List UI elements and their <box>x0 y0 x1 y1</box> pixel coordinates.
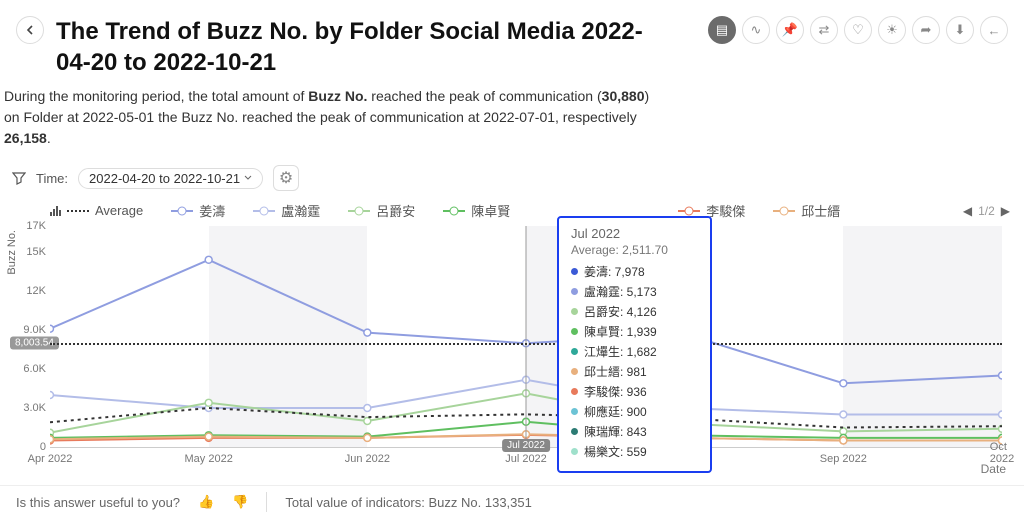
tooltip-row: 江𤒹生: 1,682 <box>571 343 698 360</box>
x-axis-label: Date <box>981 462 1006 476</box>
legend-series-3[interactable]: 陳卓賢 <box>443 201 510 220</box>
heart-icon[interactable]: ♡ <box>844 16 872 44</box>
tooltip-row: 呂爵安: 4,126 <box>571 303 698 320</box>
tooltip-row: 楊樂文: 559 <box>571 443 698 460</box>
share-icon[interactable]: ➦ <box>912 16 940 44</box>
filter-icon[interactable] <box>12 171 26 185</box>
x-tick: Apr 2022 <box>28 453 73 465</box>
divider <box>266 492 267 512</box>
chevron-down-icon <box>244 174 252 182</box>
legend-series-1[interactable]: 盧瀚霆 <box>253 201 320 220</box>
total-indicators: Total value of indicators: Buzz No. 133,… <box>285 495 531 510</box>
tooltip-row: 陳卓賢: 1,939 <box>571 323 698 340</box>
x-tick: May 2022 <box>185 453 233 465</box>
tooltip-row: 姜濤: 7,978 <box>571 263 698 280</box>
tooltip-row: 柳應廷: 900 <box>571 403 698 420</box>
legend-series-5[interactable]: 邱士縉 <box>773 201 840 220</box>
footer: Is this answer useful to you? 👍 👎 Total … <box>0 485 1024 518</box>
description-text: During the monitoring period, the total … <box>0 86 680 161</box>
pin-icon[interactable]: 📌 <box>776 16 804 44</box>
thumbs-up-icon[interactable]: 👍 <box>198 494 214 510</box>
swap-icon[interactable]: ⇄ <box>810 16 838 44</box>
legend-pager: ◀ 1/2 ▶ <box>961 204 1012 218</box>
trend-icon[interactable]: ∿ <box>742 16 770 44</box>
x-tick: Jun 2022 <box>345 453 390 465</box>
y-tick: 0 <box>12 441 46 453</box>
table-view-icon[interactable]: ▤ <box>708 16 736 44</box>
useful-prompt: Is this answer useful to you? <box>16 495 180 510</box>
legend: Average 姜濤 盧瀚霆 呂爵安 陳卓賢 李駿傑 邱士縉 ◀ 1/2 ▶ <box>0 201 1024 226</box>
y-tick: 9.0K <box>12 324 46 336</box>
bar-icon <box>50 206 61 216</box>
highlight-icon[interactable]: ☀ <box>878 16 906 44</box>
y-tick: 3.0K <box>12 402 46 414</box>
chart-toolbar: ▤ ∿ 📌 ⇄ ♡ ☀ ➦ ⬇ ← <box>708 16 1008 44</box>
average-line <box>50 343 1002 345</box>
x-tick: Jul 2022 <box>505 453 547 465</box>
legend-series-2[interactable]: 呂爵安 <box>348 201 415 220</box>
chart-tooltip: Jul 2022 Average: 2,511.70 姜濤: 7,978盧瀚霆:… <box>557 216 712 473</box>
tooltip-row: 邱士縉: 981 <box>571 363 698 380</box>
legend-series-0[interactable]: 姜濤 <box>171 201 225 220</box>
y-tick: 15K <box>12 246 46 258</box>
settings-button[interactable]: ⚙ <box>273 165 299 191</box>
tooltip-row: 李駿傑: 936 <box>571 383 698 400</box>
tooltip-row: 陳瑞輝: 843 <box>571 423 698 440</box>
back-button[interactable] <box>16 16 44 44</box>
download-icon[interactable]: ⬇ <box>946 16 974 44</box>
time-label: Time: <box>36 171 68 186</box>
collapse-icon[interactable]: ← <box>980 16 1008 44</box>
plot-area[interactable]: 8,003.54 Jul 2022 03.0K6.0K9.0K12K15K17K… <box>50 226 1002 448</box>
x-tick: Sep 2022 <box>820 453 867 465</box>
time-range-selector[interactable]: 2022-04-20 to 2022-10-21 <box>78 168 263 189</box>
thumbs-down-icon[interactable]: 👎 <box>232 494 248 510</box>
y-tick: 6.0K <box>12 363 46 375</box>
y-tick: 12K <box>12 285 46 297</box>
pager-next[interactable]: ▶ <box>999 204 1012 218</box>
y-tick: 17K <box>12 220 46 232</box>
tooltip-row: 盧瀚霆: 5,173 <box>571 283 698 300</box>
chart: Buzz No. 8,003.54 Jul 2022 03.0K6.0K9.0K… <box>8 226 1006 476</box>
page-title: The Trend of Buzz No. by Folder Social M… <box>56 16 676 78</box>
x-highlight-tag: Jul 2022 <box>502 439 550 452</box>
chart-lines <box>50 226 1002 447</box>
legend-average[interactable]: Average <box>50 203 143 218</box>
pager-prev[interactable]: ◀ <box>961 204 974 218</box>
